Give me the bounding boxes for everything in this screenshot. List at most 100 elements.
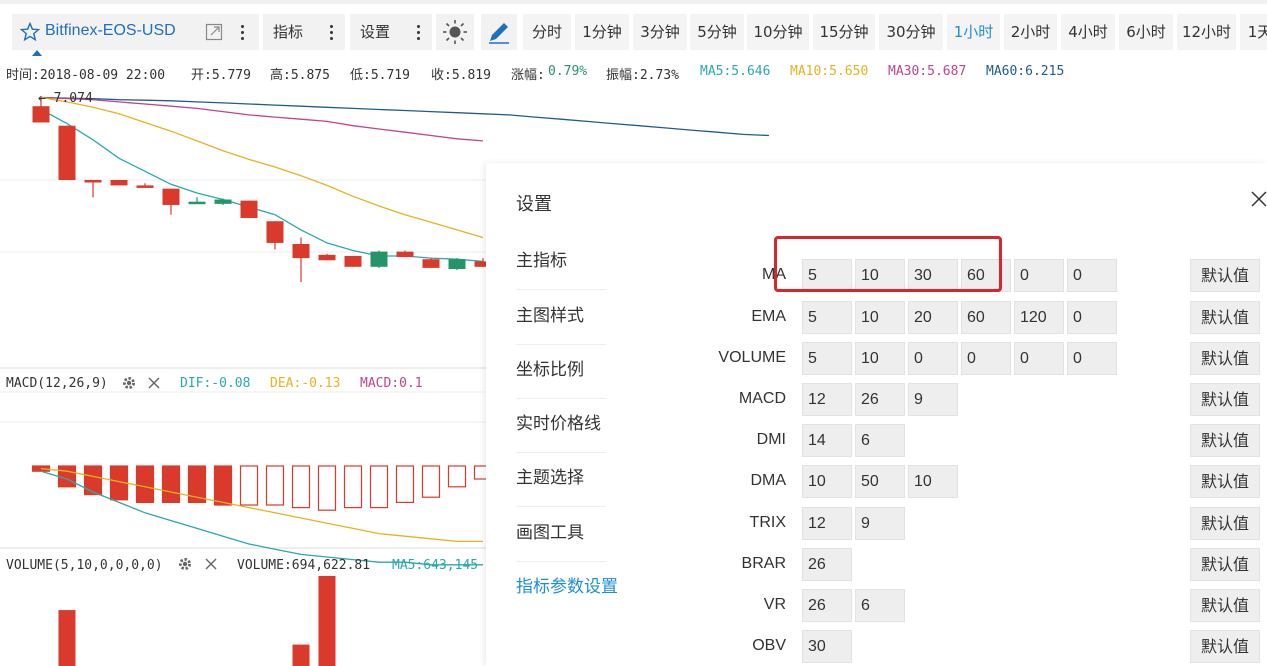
symbol-menu-icon[interactable]: [241, 25, 245, 41]
period-tab[interactable]: 1分钟: [575, 14, 629, 50]
param-input[interactable]: 6: [855, 424, 905, 457]
period-tab[interactable]: 10分钟: [747, 14, 809, 50]
settings-nav-item[interactable]: 指标参数设置: [516, 572, 618, 597]
macd-bar: [369, 465, 389, 509]
theme-button[interactable]: [436, 14, 474, 50]
settings-nav-item[interactable]: 实时价格线: [516, 409, 601, 434]
draw-tools-button[interactable]: [481, 14, 517, 50]
macd-dea: DEA:-0.13: [270, 376, 341, 391]
external-edit-icon[interactable]: [205, 23, 223, 41]
close-icon[interactable]: [146, 375, 162, 391]
nav-separator: [516, 561, 606, 562]
period-tab[interactable]: 3分钟: [633, 14, 687, 50]
reset-default-button[interactable]: 默认值: [1190, 548, 1260, 581]
candle: [84, 179, 102, 198]
param-input[interactable]: 60: [961, 259, 1011, 292]
param-input[interactable]: 26: [802, 589, 852, 622]
period-tab[interactable]: 30分钟: [879, 14, 943, 50]
settings-nav-item[interactable]: 画图工具: [516, 518, 584, 543]
period-tab[interactable]: 分时: [523, 14, 571, 50]
macd-bar: [291, 465, 311, 509]
param-input[interactable]: 10: [855, 301, 905, 334]
candle: [58, 125, 76, 180]
param-input[interactable]: 6: [855, 589, 905, 622]
gear-icon[interactable]: [121, 375, 137, 391]
param-input[interactable]: 5: [802, 342, 852, 375]
symbol-caret-icon: [32, 50, 42, 56]
info-amplitude: 振幅:2.73%: [606, 68, 679, 83]
reset-default-button[interactable]: 默认值: [1190, 383, 1260, 416]
reset-default-button[interactable]: 默认值: [1190, 630, 1260, 663]
reset-default-button[interactable]: 默认值: [1190, 342, 1260, 375]
candle: [448, 258, 466, 271]
param-input[interactable]: 0: [908, 342, 958, 375]
param-input[interactable]: 5: [802, 301, 852, 334]
settings-nav-item[interactable]: 主指标: [516, 246, 567, 271]
param-label: OBV: [752, 637, 786, 654]
info-time: 时间:2018-08-09 22:00: [6, 68, 166, 83]
param-input[interactable]: 10: [855, 342, 905, 375]
star-icon[interactable]: [20, 22, 40, 42]
period-tab[interactable]: 1天: [1240, 14, 1267, 50]
info-high: 高:5.875: [270, 68, 330, 83]
reset-default-button[interactable]: 默认值: [1190, 301, 1260, 334]
param-label: DMI: [756, 431, 786, 448]
candle: [422, 258, 440, 268]
ma10-line: [40, 96, 484, 239]
param-input[interactable]: 30: [908, 259, 958, 292]
param-input[interactable]: 50: [855, 465, 905, 498]
param-input[interactable]: 0: [961, 342, 1011, 375]
param-input[interactable]: 0: [1014, 259, 1064, 292]
settings-nav-item[interactable]: 坐标比例: [516, 355, 584, 380]
period-tab[interactable]: 12小时: [1177, 14, 1236, 50]
param-input[interactable]: 0: [1067, 259, 1117, 292]
symbol-name[interactable]: Bitfinex-EOS-USD: [45, 22, 176, 40]
param-input[interactable]: 10: [802, 465, 852, 498]
reset-default-button[interactable]: 默认值: [1190, 507, 1260, 540]
param-input[interactable]: 14: [802, 424, 852, 457]
param-input[interactable]: 10: [908, 465, 958, 498]
period-tab[interactable]: 6小时: [1119, 14, 1173, 50]
gear-icon[interactable]: [177, 556, 193, 572]
reset-default-button[interactable]: 默认值: [1190, 465, 1260, 498]
period-tab[interactable]: 15分钟: [813, 14, 875, 50]
macd-bar: [343, 465, 363, 509]
volume-header: VOLUME(5,10,0,0,0,0) VOLUME:694,622.81 M…: [0, 555, 486, 577]
param-input[interactable]: 30: [802, 630, 852, 663]
candle: [110, 179, 128, 186]
close-icon[interactable]: [1249, 189, 1267, 209]
settings-nav-item[interactable]: 主图样式: [516, 301, 584, 326]
param-input[interactable]: 10: [855, 259, 905, 292]
macd-histogram: [31, 465, 493, 511]
param-input[interactable]: 0: [1067, 301, 1117, 334]
reset-default-button[interactable]: 默认值: [1190, 424, 1260, 457]
param-input[interactable]: 12: [802, 507, 852, 540]
settings-menu-icon[interactable]: [417, 25, 421, 41]
period-tab[interactable]: 4小时: [1061, 14, 1115, 50]
settings-nav-item[interactable]: 主题选择: [516, 463, 584, 488]
param-input[interactable]: 20: [908, 301, 958, 334]
reset-default-button[interactable]: 默认值: [1190, 589, 1260, 622]
param-label: TRIX: [749, 514, 786, 531]
candle: [344, 255, 362, 267]
param-input[interactable]: 60: [961, 301, 1011, 334]
reset-default-button[interactable]: 默认值: [1190, 259, 1260, 292]
period-tab[interactable]: 5分钟: [690, 14, 744, 50]
param-input[interactable]: 9: [908, 383, 958, 416]
param-input[interactable]: 5: [802, 259, 852, 292]
info-ma10: MA10:5.650: [790, 64, 869, 79]
indicator-menu-icon[interactable]: [330, 25, 334, 41]
param-label: BRAR: [741, 555, 786, 572]
param-input[interactable]: 120: [1014, 301, 1064, 334]
param-input[interactable]: 9: [855, 507, 905, 540]
period-tab[interactable]: 1小时: [947, 14, 1000, 50]
param-input[interactable]: 0: [1067, 342, 1117, 375]
param-input[interactable]: 26: [802, 548, 852, 581]
param-input[interactable]: 12: [802, 383, 852, 416]
settings-label: 设置: [360, 23, 391, 41]
period-tab[interactable]: 2小时: [1004, 14, 1057, 50]
close-icon[interactable]: [203, 556, 219, 572]
param-input[interactable]: 0: [1014, 342, 1064, 375]
candle: [240, 200, 258, 218]
param-input[interactable]: 26: [855, 383, 905, 416]
